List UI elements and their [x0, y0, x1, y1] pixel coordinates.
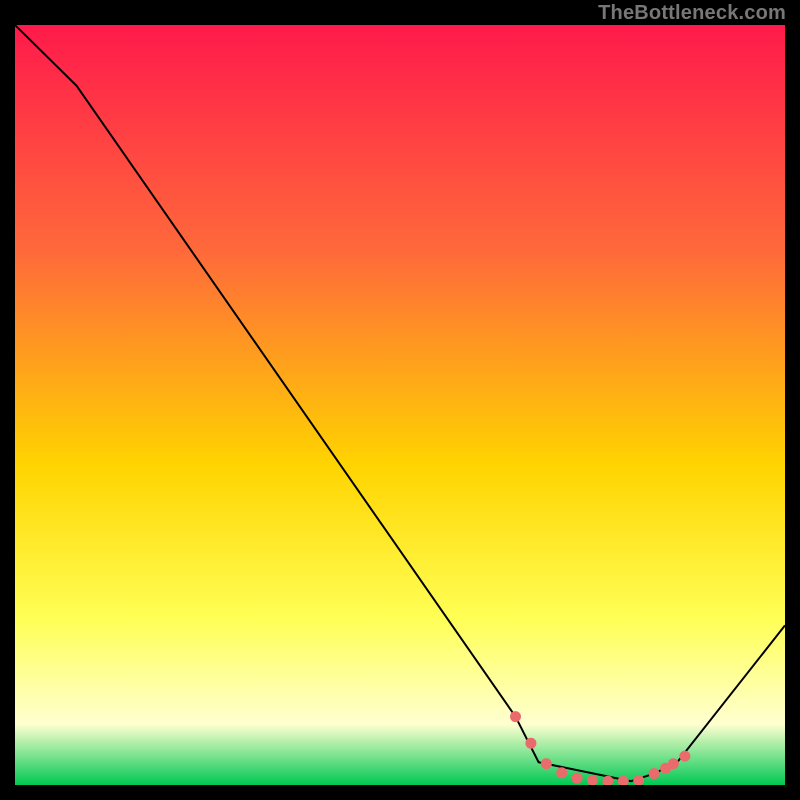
marker-point: [588, 775, 598, 785]
marker-point: [680, 751, 690, 761]
watermark-label: TheBottleneck.com: [598, 2, 786, 25]
marker-point: [572, 773, 582, 783]
marker-point: [668, 759, 678, 769]
chart-stage: TheBottleneck.com: [0, 0, 800, 800]
marker-point: [603, 776, 613, 785]
marker-point: [618, 776, 628, 785]
marker-point: [649, 769, 659, 779]
chart-svg: [15, 25, 785, 785]
gradient-background: [15, 25, 785, 785]
marker-point: [526, 738, 536, 748]
marker-point: [511, 712, 521, 722]
plot-area: [15, 25, 785, 785]
marker-point: [541, 759, 551, 769]
marker-point: [634, 775, 644, 785]
marker-point: [557, 768, 567, 778]
